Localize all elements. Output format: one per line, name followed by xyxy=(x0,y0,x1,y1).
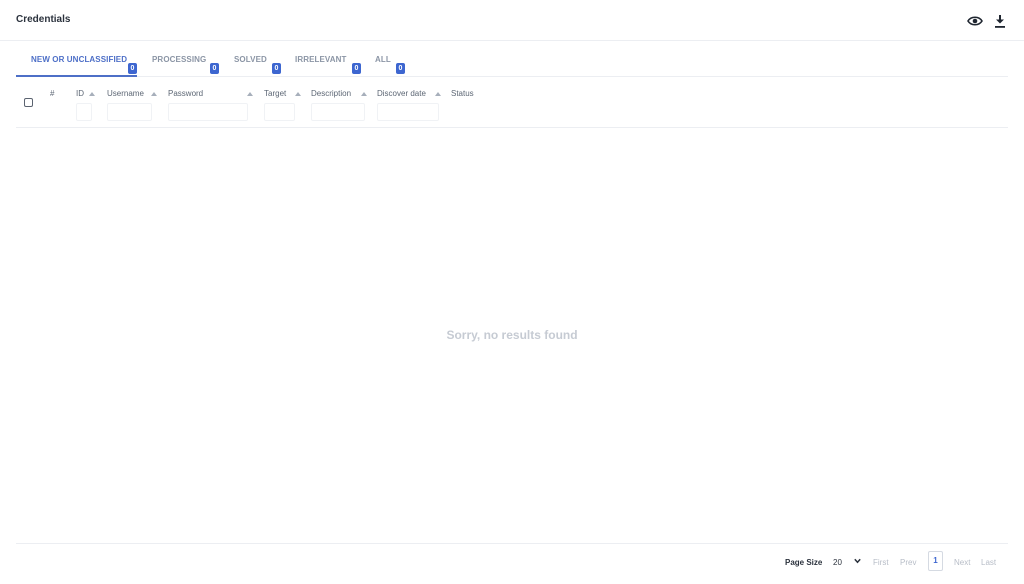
description-filter-input[interactable] xyxy=(311,103,365,121)
pagination-bar: Page Size 20 First Prev 1 Next Last xyxy=(16,543,1008,584)
current-page-button[interactable]: 1 xyxy=(928,551,943,571)
status-tabs: NEW OR UNCLASSIFIED 0 PROCESSING 0 SOLVE… xyxy=(16,44,1008,77)
sort-asc-icon[interactable] xyxy=(435,92,441,96)
tab-label: NEW OR UNCLASSIFIED xyxy=(31,55,128,64)
tab-irrelevant[interactable]: IRRELEVANT 0 xyxy=(295,44,365,76)
tab-label: IRRELEVANT xyxy=(295,55,347,64)
prev-page-button[interactable]: Prev xyxy=(900,558,916,567)
column-header-index: # xyxy=(50,89,55,98)
tab-label: PROCESSING xyxy=(152,55,207,64)
column-header-id[interactable]: ID xyxy=(76,89,84,98)
chevron-down-icon xyxy=(854,558,861,564)
target-filter-input[interactable] xyxy=(264,103,295,121)
page-header: Credentials xyxy=(0,0,1024,41)
column-header-username[interactable]: Username xyxy=(107,89,144,98)
page-title: Credentials xyxy=(16,14,71,25)
discover-date-filter-input[interactable] xyxy=(377,103,439,121)
tab-count-badge: 0 xyxy=(128,63,137,74)
tab-count-badge: 0 xyxy=(352,63,361,74)
sort-asc-icon[interactable] xyxy=(295,92,301,96)
last-page-button[interactable]: Last xyxy=(981,558,996,567)
sort-asc-icon[interactable] xyxy=(361,92,367,96)
tab-count-badge: 0 xyxy=(396,63,405,74)
username-filter-input[interactable] xyxy=(107,103,152,121)
select-all-checkbox[interactable] xyxy=(24,98,33,107)
first-page-button[interactable]: First xyxy=(873,558,889,567)
id-filter-input[interactable] xyxy=(76,103,92,121)
column-header-discover-date[interactable]: Discover date xyxy=(377,89,426,98)
page-size-select[interactable]: 20 xyxy=(829,554,865,570)
empty-state-message: Sorry, no results found xyxy=(446,328,578,342)
tab-count-badge: 0 xyxy=(272,63,281,74)
column-header-target[interactable]: Target xyxy=(264,89,286,98)
column-header-description[interactable]: Description xyxy=(311,89,351,98)
tab-count-badge: 0 xyxy=(210,63,219,74)
tab-new-or-unclassified[interactable]: NEW OR UNCLASSIFIED 0 xyxy=(16,44,137,77)
sort-asc-icon[interactable] xyxy=(151,92,157,96)
eye-icon[interactable] xyxy=(967,14,983,28)
sort-asc-icon[interactable] xyxy=(247,92,253,96)
column-header-status[interactable]: Status xyxy=(451,89,474,98)
active-tab-underline xyxy=(16,75,137,77)
tab-all[interactable]: ALL 0 xyxy=(375,44,411,76)
page-size-label: Page Size xyxy=(785,558,823,567)
tab-label: ALL xyxy=(375,55,391,64)
tab-label: SOLVED xyxy=(234,55,267,64)
download-icon[interactable] xyxy=(992,14,1008,28)
column-header-password[interactable]: Password xyxy=(168,89,203,98)
tab-solved[interactable]: SOLVED 0 xyxy=(234,44,284,76)
page-size-value: 20 xyxy=(833,558,842,567)
table-header: # ID Username Password Target Descriptio… xyxy=(16,82,1008,128)
tab-processing[interactable]: PROCESSING 0 xyxy=(152,44,224,76)
password-filter-input[interactable] xyxy=(168,103,248,121)
next-page-button[interactable]: Next xyxy=(954,558,970,567)
sort-asc-icon[interactable] xyxy=(89,92,95,96)
